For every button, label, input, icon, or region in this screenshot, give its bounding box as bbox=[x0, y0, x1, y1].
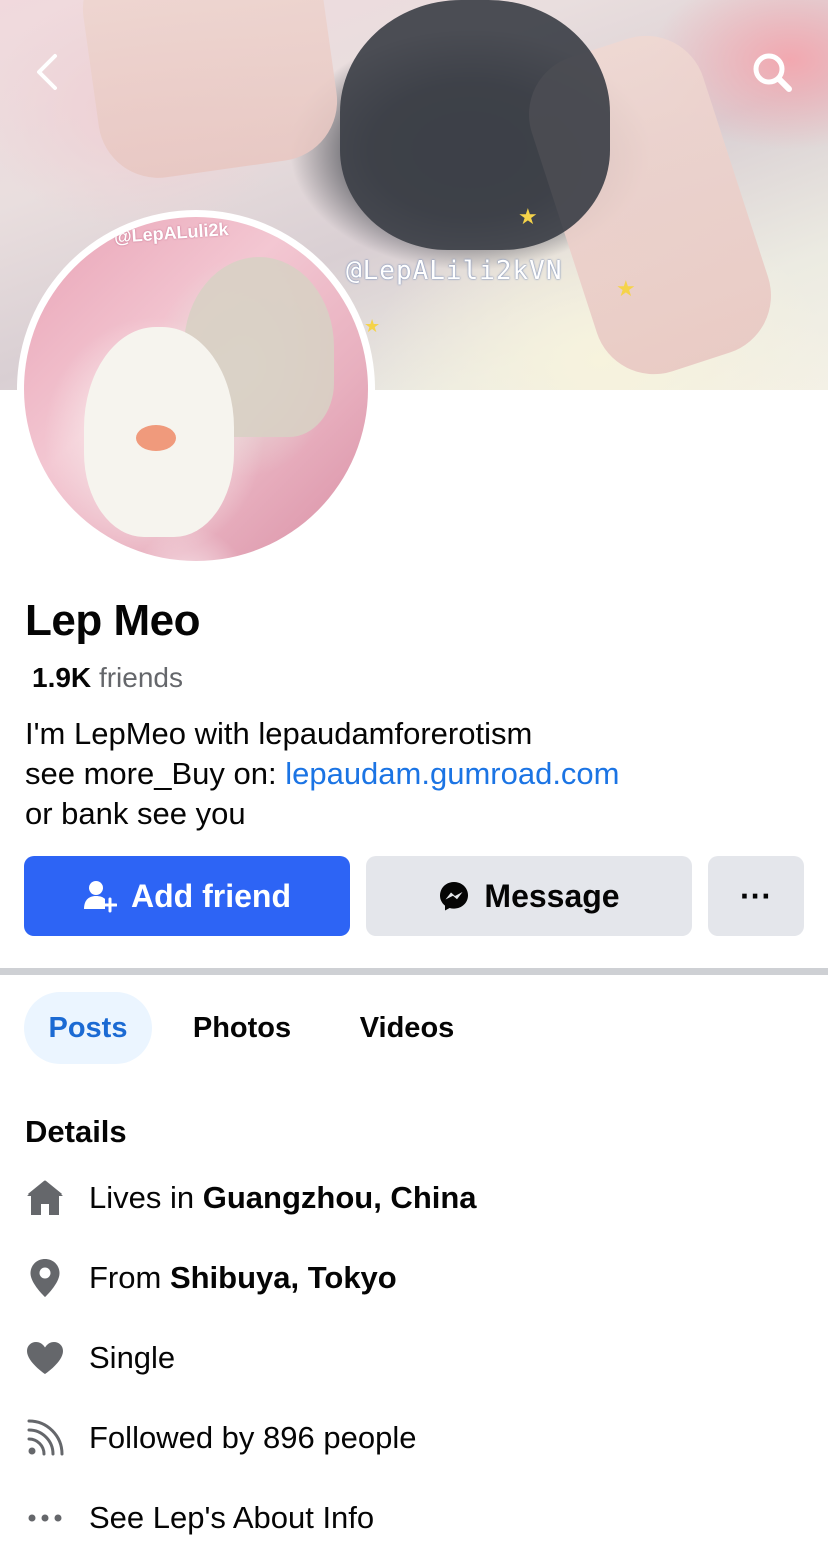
detail-text: Lives in Guangzhou, China bbox=[89, 1180, 477, 1216]
bio-line: I'm LepMeo with lepaudamforerotism bbox=[25, 716, 533, 751]
add-friend-icon bbox=[84, 881, 117, 913]
tab-posts[interactable]: Posts bbox=[24, 992, 152, 1064]
bio-link[interactable]: lepaudam.gumroad.com bbox=[285, 756, 619, 791]
profile-avatar[interactable]: @LepALuli2k bbox=[17, 210, 375, 568]
friends-count[interactable]: 1.9K friends bbox=[32, 662, 183, 694]
search-button[interactable] bbox=[748, 48, 796, 96]
star-sticker: ★ bbox=[518, 204, 538, 229]
detail-prefix: Lives in bbox=[89, 1180, 203, 1215]
detail-followers[interactable]: Followed by 896 people bbox=[24, 1414, 416, 1462]
more-options-button[interactable]: ··· bbox=[708, 856, 804, 936]
add-friend-label: Add friend bbox=[131, 877, 291, 914]
details-heading: Details bbox=[25, 1114, 127, 1149]
ellipsis-icon bbox=[24, 1497, 66, 1539]
home-icon bbox=[24, 1177, 66, 1219]
bio-line: see more_Buy on: lepaudam.gumroad.com bbox=[25, 754, 805, 794]
detail-text: From Shibuya, Tokyo bbox=[89, 1260, 397, 1296]
ellipsis-icon: ··· bbox=[740, 877, 772, 914]
avatar-image: @LepALuli2k bbox=[24, 217, 368, 561]
detail-about-info[interactable]: See Lep's About Info bbox=[24, 1494, 374, 1542]
detail-text: Single bbox=[89, 1340, 176, 1375]
cover-photo-detail bbox=[75, 0, 345, 186]
avatar-image-detail bbox=[136, 425, 176, 451]
section-divider bbox=[0, 968, 828, 975]
detail-lives-in: Lives in Guangzhou, China bbox=[24, 1174, 477, 1222]
detail-relationship: Single bbox=[24, 1334, 175, 1382]
messenger-icon bbox=[440, 882, 469, 911]
profile-bio: I'm LepMeo with lepaudamforerotism see m… bbox=[25, 714, 805, 834]
heart-icon bbox=[24, 1337, 66, 1379]
friends-count-label: friends bbox=[98, 662, 183, 693]
cover-watermark: @LepALili2kVN bbox=[346, 256, 563, 286]
tab-photos[interactable]: Photos bbox=[172, 992, 312, 1064]
detail-text: See Lep's About Info bbox=[89, 1500, 375, 1535]
message-label: Message bbox=[484, 877, 620, 914]
detail-from: From Shibuya, Tokyo bbox=[24, 1254, 397, 1302]
star-sticker: ★ bbox=[616, 276, 636, 301]
chevron-left-icon bbox=[37, 54, 57, 90]
detail-prefix: From bbox=[89, 1260, 170, 1295]
message-button[interactable]: Message bbox=[366, 856, 692, 936]
add-friend-button[interactable]: Add friend bbox=[24, 856, 350, 936]
avatar-watermark: @LepALuli2k bbox=[113, 219, 230, 247]
detail-text: Followed by 896 people bbox=[89, 1420, 417, 1455]
back-button[interactable] bbox=[24, 48, 72, 96]
search-icon bbox=[753, 53, 792, 92]
cover-photo-detail bbox=[340, 0, 610, 250]
bio-line: or bank see you bbox=[25, 796, 246, 831]
rss-feed-icon bbox=[24, 1417, 66, 1459]
detail-value[interactable]: Guangzhou, China bbox=[203, 1180, 477, 1215]
tab-videos[interactable]: Videos bbox=[338, 992, 476, 1064]
friends-count-value: 1.9K bbox=[32, 662, 92, 693]
location-pin-icon bbox=[24, 1257, 66, 1299]
profile-name: Lep Meo bbox=[25, 596, 200, 645]
detail-value[interactable]: Shibuya, Tokyo bbox=[170, 1260, 397, 1295]
bio-text: see more_Buy on: bbox=[25, 756, 286, 791]
